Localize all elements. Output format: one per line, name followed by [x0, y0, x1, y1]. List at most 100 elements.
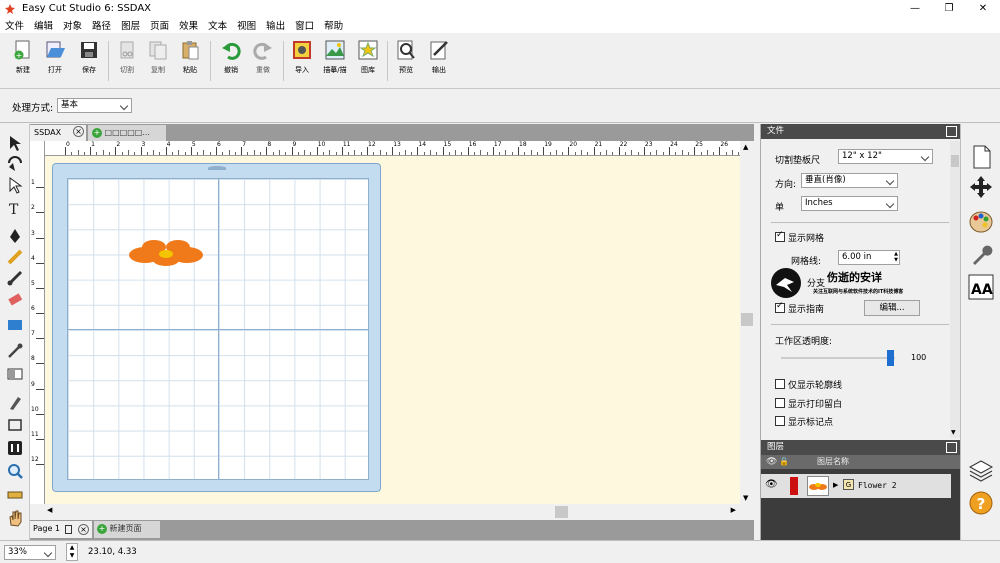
- close-tab-icon[interactable]: ×: [73, 126, 84, 137]
- scroll-up-arrow[interactable]: ▲: [743, 143, 748, 151]
- menu-object[interactable]: 对象: [58, 18, 87, 32]
- zoom-tool[interactable]: [6, 462, 24, 480]
- menu-path[interactable]: 路径: [87, 18, 116, 32]
- color-palette-button[interactable]: [968, 209, 994, 235]
- show-marks-checkbox[interactable]: [775, 416, 785, 426]
- layer-visibility-eye-icon[interactable]: 👁: [765, 479, 778, 490]
- opacity-slider-track[interactable]: [781, 357, 895, 359]
- text-style-button[interactable]: AA: [968, 274, 994, 300]
- vertical-scrollbar[interactable]: ▲ ▼: [740, 141, 754, 504]
- menu-file[interactable]: 文件: [0, 18, 29, 32]
- new-page-tab[interactable]: + 新建页面: [94, 521, 160, 538]
- scroll-down-arrow[interactable]: ▼: [951, 429, 956, 436]
- eyedropper-tool[interactable]: [6, 342, 24, 360]
- zoom-stepper[interactable]: ▲ ▼: [66, 543, 78, 561]
- grid-spacing-stepper[interactable]: ▲ ▼: [894, 251, 898, 263]
- crop-tool[interactable]: [6, 416, 24, 434]
- new-button[interactable]: + 新建: [8, 39, 38, 83]
- processing-mode-select[interactable]: 基本: [57, 98, 132, 113]
- zoom-select[interactable]: 33%: [4, 545, 56, 560]
- mat-size-select[interactable]: 12" x 12": [838, 149, 933, 164]
- menu-effects[interactable]: 效果: [174, 18, 203, 32]
- shape-tool[interactable]: [6, 316, 24, 334]
- flower-shape[interactable]: [127, 238, 205, 268]
- scroll-right-arrow[interactable]: ▶: [731, 506, 736, 514]
- show-guides-checkbox[interactable]: [775, 301, 785, 313]
- layer-row[interactable]: 👁 ▶ G Flower 2: [761, 474, 951, 498]
- menu-layer[interactable]: 图层: [116, 18, 145, 32]
- show-grid-checkbox[interactable]: [775, 230, 785, 242]
- trace-button[interactable]: 描摹/描: [320, 39, 350, 83]
- expand-arrow-icon[interactable]: ▶: [833, 481, 838, 489]
- menu-text[interactable]: 文本: [203, 18, 232, 32]
- outline-only-checkbox[interactable]: [775, 379, 785, 389]
- scroll-thumb[interactable]: [555, 506, 568, 518]
- brush-tool[interactable]: [6, 269, 24, 287]
- eraser-tool[interactable]: [6, 290, 24, 308]
- save-button[interactable]: 保存: [74, 39, 104, 83]
- tab-ssdax[interactable]: SSDAX ×: [30, 125, 86, 141]
- rotate-tool[interactable]: [6, 155, 24, 173]
- panel-toggle-strip: AA ?: [960, 124, 1000, 540]
- edit-guides-button[interactable]: 编辑...: [864, 300, 920, 316]
- layers-panel-button[interactable]: [968, 458, 994, 484]
- horizontal-ruler: 0 1 2 3 4 5 6 7 8 9 10 11 12 13 14 15 16 17 18 19 20 21 22 23 24…: [45, 141, 740, 156]
- grid-spacing-field[interactable]: 6.00 in ▲ ▼: [838, 250, 900, 265]
- library-button[interactable]: 图库: [353, 39, 383, 83]
- page-tab-1[interactable]: Page 1 ×: [30, 521, 92, 538]
- menu-edit[interactable]: 编辑: [29, 18, 58, 32]
- move-panel-button[interactable]: [968, 174, 994, 200]
- unit-select[interactable]: Inches: [801, 196, 898, 211]
- close-page-icon[interactable]: ×: [78, 524, 89, 535]
- dock-panel-icon[interactable]: [946, 442, 957, 453]
- panel-scrollbar[interactable]: ▼: [950, 141, 960, 438]
- print-margin-checkbox[interactable]: [775, 398, 785, 408]
- pencil-tool[interactable]: [6, 248, 24, 266]
- node-edit-tool[interactable]: [6, 176, 24, 194]
- menu-help[interactable]: 帮助: [319, 18, 348, 32]
- import-button[interactable]: 导入: [287, 39, 317, 83]
- ruler-minor-tick: [461, 152, 463, 155]
- document-panel-button[interactable]: [968, 144, 994, 170]
- menu-window[interactable]: 窗口: [290, 18, 319, 32]
- menu-view[interactable]: 视图: [232, 18, 261, 32]
- maximize-button[interactable]: ❐: [932, 0, 966, 17]
- ruler-tick: [568, 147, 570, 155]
- paste-button[interactable]: 粘贴: [175, 39, 205, 83]
- copy-button[interactable]: 复制: [143, 39, 173, 83]
- canvas-area[interactable]: [45, 156, 740, 504]
- text-tool[interactable]: T: [6, 200, 24, 218]
- help-button[interactable]: ?: [968, 490, 994, 516]
- ruler-minor-tick: [606, 150, 608, 155]
- redo-button[interactable]: 重做: [248, 39, 278, 83]
- menu-page[interactable]: 页面: [145, 18, 174, 32]
- orientation-select[interactable]: 垂直(肖像): [801, 173, 898, 188]
- undo-button[interactable]: 撤销: [216, 39, 246, 83]
- horizontal-scrollbar[interactable]: ◀ ▶: [45, 504, 740, 520]
- measure-tool[interactable]: [6, 486, 24, 504]
- cut-button[interactable]: 切割: [112, 39, 142, 83]
- visibility-eye-icon: 👁: [766, 457, 778, 467]
- scroll-left-arrow[interactable]: ◀: [47, 506, 52, 514]
- preview-button[interactable]: 预览: [391, 39, 421, 83]
- gradient-tool[interactable]: [6, 365, 24, 383]
- menu-output[interactable]: 输出: [261, 18, 290, 32]
- ruler-minor-tick: [184, 152, 186, 155]
- wrench-tool-button[interactable]: [968, 242, 994, 268]
- open-button[interactable]: 打开: [40, 39, 70, 83]
- tab-new-document[interactable]: + □□□□□...: [88, 125, 166, 141]
- select-tool[interactable]: [6, 134, 24, 152]
- opacity-slider-thumb[interactable]: [887, 350, 894, 366]
- scroll-thumb[interactable]: [951, 155, 959, 167]
- dock-panel-icon[interactable]: [946, 126, 957, 137]
- pen-tool[interactable]: [6, 227, 24, 245]
- knife-tool[interactable]: [6, 394, 24, 412]
- pan-hand-tool[interactable]: [6, 509, 24, 527]
- close-button[interactable]: ✕: [966, 0, 1000, 17]
- scroll-thumb[interactable]: [741, 313, 753, 326]
- scroll-down-arrow[interactable]: ▼: [743, 494, 748, 502]
- output-button[interactable]: 输出: [424, 39, 454, 83]
- minimize-button[interactable]: —: [898, 0, 932, 17]
- layer-color-swatch[interactable]: [790, 477, 798, 495]
- weld-tool[interactable]: [6, 439, 24, 457]
